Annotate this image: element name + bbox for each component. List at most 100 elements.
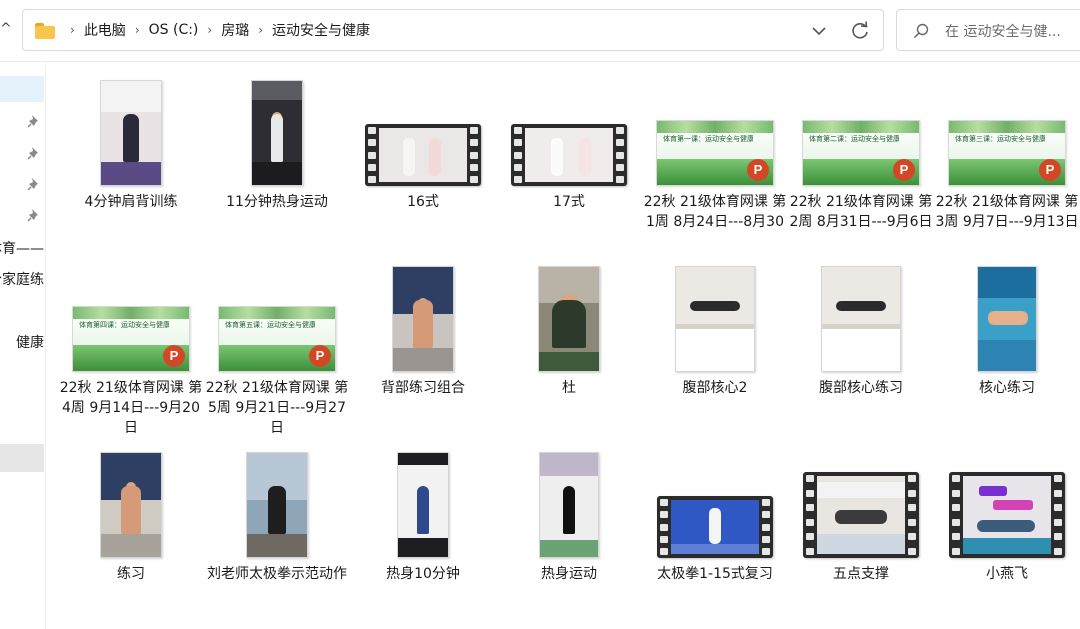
file-item[interactable]: 腹部核心练习 — [788, 256, 934, 436]
folder-icon — [35, 23, 55, 39]
file-item[interactable]: 11分钟热身运动 — [204, 70, 350, 250]
file-item[interactable]: 热身运动 — [496, 442, 642, 622]
video-icon — [657, 496, 773, 558]
thumbnail: 体育第五课：运动安全与健康 P — [204, 256, 350, 378]
address-toolbar: ^ › 此电脑 › OS (C:) › 房璐 › 运动安全与健康 在 运动安全与… — [0, 0, 1080, 62]
video-icon — [949, 472, 1065, 558]
file-name: 杜 — [562, 380, 576, 396]
thumbnail — [788, 442, 934, 564]
nav-item-label[interactable]: 健康 — [16, 332, 44, 352]
thumbnail — [496, 442, 642, 564]
file-item[interactable]: 体育第三课：运动安全与健康 P 22秋 21级体育网课 第3周 9月7日---9… — [934, 70, 1080, 250]
powerpoint-icon: P — [893, 159, 915, 181]
file-name: 22秋 21级体育网课 第3周 9月7日---9月13日 — [935, 194, 1079, 230]
breadcrumb-item[interactable]: 运动安全与健康 — [272, 20, 370, 40]
file-name: 热身运动 — [541, 566, 597, 582]
pptx-thumbnail: 体育第四课：运动安全与健康 P — [72, 306, 190, 372]
file-item[interactable]: 体育第一课：运动安全与健康（一） P 22秋 21级体育网课 第1周 8月24日… — [642, 70, 788, 250]
pptx-thumbnail: 体育第二课：运动安全与健康（二） P — [802, 120, 920, 186]
file-item[interactable]: 小燕飞 — [934, 442, 1080, 622]
chevron-down-icon[interactable] — [809, 21, 829, 41]
powerpoint-icon: P — [309, 345, 331, 367]
video-icon — [365, 124, 481, 186]
chevron-right-icon[interactable]: › — [70, 23, 75, 37]
search-input[interactable]: 在 运动安全与健... — [945, 21, 1061, 41]
pin-icon — [27, 115, 38, 128]
thumbnail — [204, 70, 350, 192]
nav-item-hover[interactable] — [0, 444, 44, 472]
file-item[interactable]: 五点支撑 — [788, 442, 934, 622]
file-item[interactable]: 杜 — [496, 256, 642, 436]
nav-item-label[interactable]: 分家庭练 — [0, 269, 44, 289]
breadcrumb: › 此电脑 › OS (C:) › 房璐 › 运动安全与健康 — [61, 10, 370, 50]
file-name: 练习 — [117, 566, 145, 582]
pptx-thumbnail: 体育第三课：运动安全与健康 P — [948, 120, 1066, 186]
video-icon — [803, 472, 919, 558]
thumbnail — [496, 256, 642, 378]
up-icon[interactable]: ^ — [0, 20, 12, 38]
file-name: 热身10分钟 — [386, 566, 460, 582]
chevron-right-icon[interactable]: › — [207, 23, 212, 37]
file-item[interactable]: 16式 — [350, 70, 496, 250]
thumbnail — [204, 442, 350, 564]
file-item[interactable]: 刘老师太极拳示范动作 — [204, 442, 350, 622]
file-item[interactable]: 体育第四课：运动安全与健康 P 22秋 21级体育网课 第4周 9月14日---… — [58, 256, 204, 436]
file-name: 22秋 21级体育网课 第2周 8月31日---9月6日 — [789, 194, 933, 230]
file-name: 22秋 21级体育网课 第5周 9月21日---9月27日 — [205, 380, 349, 436]
powerpoint-icon: P — [747, 159, 769, 181]
file-name: 腹部核心2 — [682, 380, 748, 396]
file-name: 16式 — [407, 194, 439, 210]
pin-icon — [27, 147, 38, 160]
address-bar[interactable]: › 此电脑 › OS (C:) › 房璐 › 运动安全与健康 — [22, 9, 884, 51]
search-icon — [913, 23, 929, 39]
thumbnail — [642, 442, 788, 564]
thumbnail: 体育第二课：运动安全与健康（二） P — [788, 70, 934, 192]
thumbnail: 体育第四课：运动安全与健康 P — [58, 256, 204, 378]
breadcrumb-item[interactable]: 此电脑 — [84, 20, 126, 40]
thumbnail: 体育第三课：运动安全与健康 P — [934, 70, 1080, 192]
file-item[interactable]: 太极拳1-15式复习 — [642, 442, 788, 622]
file-name: 腹部核心练习 — [819, 380, 903, 396]
pptx-thumbnail: 体育第一课：运动安全与健康（一） P — [656, 120, 774, 186]
thumbnail — [58, 70, 204, 192]
file-name: 核心练习 — [979, 380, 1035, 396]
file-name: 刘老师太极拳示范动作 — [207, 566, 347, 582]
file-name: 11分钟热身运动 — [226, 194, 328, 210]
file-name: 22秋 21级体育网课 第1周 8月24日---8月30 — [643, 194, 787, 230]
breadcrumb-item[interactable]: 房璐 — [221, 20, 249, 40]
breadcrumb-item[interactable]: OS (C:) — [149, 22, 199, 38]
file-name: 4分钟肩背训练 — [84, 194, 178, 210]
chevron-right-icon[interactable]: › — [258, 23, 263, 37]
thumbnail — [58, 442, 204, 564]
thumbnail — [788, 256, 934, 378]
file-item[interactable]: 17式 — [496, 70, 642, 250]
navigation-pane: 体育—— 分家庭练 健康 — [0, 62, 46, 629]
search-box[interactable]: 在 运动安全与健... — [896, 9, 1080, 51]
thumbnail — [350, 442, 496, 564]
file-item[interactable]: 热身10分钟 — [350, 442, 496, 622]
file-item[interactable]: 4分钟肩背训练 — [58, 70, 204, 250]
file-item[interactable]: 腹部核心2 — [642, 256, 788, 436]
nav-item-selected[interactable] — [0, 76, 44, 102]
file-item[interactable]: 体育第五课：运动安全与健康 P 22秋 21级体育网课 第5周 9月21日---… — [204, 256, 350, 436]
file-item[interactable]: 体育第二课：运动安全与健康（二） P 22秋 21级体育网课 第2周 8月31日… — [788, 70, 934, 250]
pane-divider[interactable] — [45, 62, 46, 629]
thumbnail — [350, 256, 496, 378]
file-name: 小燕飞 — [986, 566, 1028, 582]
chevron-right-icon[interactable]: › — [135, 23, 140, 37]
thumbnail — [496, 70, 642, 192]
file-item[interactable]: 练习 — [58, 442, 204, 622]
file-name: 五点支撑 — [833, 566, 889, 582]
video-icon — [511, 124, 627, 186]
powerpoint-icon: P — [1039, 159, 1061, 181]
nav-item-label[interactable]: 体育—— — [0, 238, 44, 258]
pin-icon — [27, 178, 38, 191]
file-item[interactable]: 核心练习 — [934, 256, 1080, 436]
thumbnail — [934, 256, 1080, 378]
pptx-thumbnail: 体育第五课：运动安全与健康 P — [218, 306, 336, 372]
file-item[interactable]: 背部练习组合 — [350, 256, 496, 436]
thumbnail — [934, 442, 1080, 564]
thumbnail: 体育第一课：运动安全与健康（一） P — [642, 70, 788, 192]
pin-icon — [27, 209, 38, 222]
refresh-icon[interactable] — [849, 20, 871, 42]
